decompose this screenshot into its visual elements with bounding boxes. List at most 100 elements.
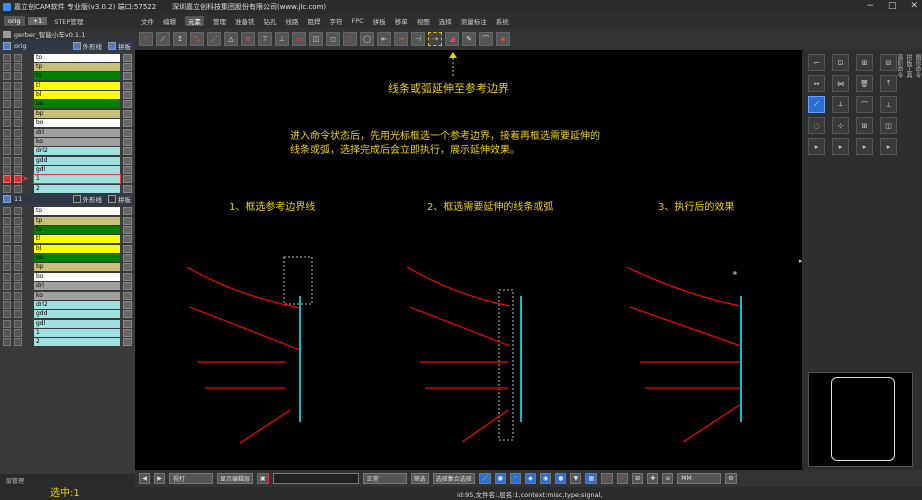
layer-name[interactable]: tl bbox=[34, 235, 120, 244]
layer-name[interactable]: gdl bbox=[34, 166, 120, 175]
layer-name[interactable]: ts bbox=[34, 225, 120, 234]
layer-affected-toggle[interactable] bbox=[14, 272, 22, 281]
line-stretch-icon[interactable]: ⤡ bbox=[190, 32, 204, 46]
outline-toggle[interactable]: 外形线 bbox=[72, 194, 102, 204]
crosshair-icon[interactable]: ✚ bbox=[647, 473, 659, 484]
layer-name[interactable]: 2 bbox=[34, 184, 120, 193]
menu-item[interactable]: 线路 bbox=[286, 16, 299, 26]
menu-item[interactable]: 编辑 bbox=[163, 16, 176, 26]
layer-name[interactable]: to bbox=[34, 207, 120, 216]
layer-visible-toggle[interactable] bbox=[3, 81, 11, 90]
drawing-canvas[interactable]: 线条或弧延伸至参考边界 进入命令状态后，先用光标框选一个参考边界，接着再框选需要… bbox=[135, 50, 802, 470]
layer-name[interactable]: ts bbox=[34, 72, 120, 81]
menu-item[interactable]: 管理 bbox=[213, 16, 226, 26]
layer-visible-toggle[interactable] bbox=[3, 184, 11, 193]
layer-row[interactable]: tp bbox=[0, 216, 135, 225]
layer-color-swatch[interactable] bbox=[123, 128, 132, 137]
layer-visible-toggle[interactable] bbox=[3, 272, 11, 281]
layer-visible-toggle[interactable] bbox=[3, 147, 11, 156]
layer-affected-toggle[interactable] bbox=[14, 81, 22, 90]
layer-affected-toggle[interactable] bbox=[14, 263, 22, 272]
layer-affected-toggle[interactable] bbox=[14, 175, 22, 184]
layer-affected-toggle[interactable] bbox=[14, 109, 22, 118]
layer-visible-toggle[interactable] bbox=[3, 137, 11, 146]
shape-icon[interactable]: ◈ bbox=[496, 32, 510, 46]
menu-item[interactable]: 钻孔 bbox=[264, 16, 277, 26]
ruler-icon[interactable]: ／ bbox=[601, 473, 614, 484]
layer-name[interactable]: gdd bbox=[34, 156, 120, 165]
layer-affected-toggle[interactable] bbox=[14, 91, 22, 100]
layer-color-swatch[interactable] bbox=[123, 272, 132, 281]
layer-name[interactable]: drl bbox=[34, 282, 120, 291]
layer-color-swatch[interactable] bbox=[123, 156, 132, 165]
layer-color-swatch[interactable] bbox=[123, 263, 132, 272]
line-rotate-icon[interactable]: ⟋ bbox=[156, 32, 170, 46]
layer-visible-toggle[interactable] bbox=[3, 235, 11, 244]
menu-item[interactable]: 文件 bbox=[141, 16, 154, 26]
layer-name[interactable]: tp bbox=[34, 62, 120, 71]
layer-affected-toggle[interactable] bbox=[14, 244, 22, 253]
measure-icon[interactable]: ⟋ bbox=[617, 473, 629, 484]
frame-icon[interactable]: ▣ bbox=[257, 473, 269, 484]
edit-icon[interactable]: ✎ bbox=[462, 32, 476, 46]
layer-name[interactable]: gdl bbox=[34, 319, 120, 328]
layer-color-swatch[interactable] bbox=[123, 119, 132, 128]
layer-name[interactable]: tl bbox=[34, 81, 120, 90]
layer-color-swatch[interactable] bbox=[123, 91, 132, 100]
layer-visible-toggle[interactable] bbox=[3, 319, 11, 328]
tab-step-manager[interactable]: STEP管理 bbox=[50, 15, 87, 27]
layer-visible-toggle[interactable] bbox=[3, 109, 11, 118]
layer-name[interactable]: bo bbox=[34, 119, 120, 128]
layer-color-swatch[interactable] bbox=[123, 184, 132, 193]
layer-row[interactable]: ko bbox=[0, 291, 135, 300]
delete-tool-icon[interactable]: 🗑 bbox=[856, 75, 873, 92]
menu-item[interactable]: 视图 bbox=[417, 16, 430, 26]
maximize-icon[interactable]: □ bbox=[888, 1, 897, 11]
side-tab-advanced[interactable]: 高阶命令 bbox=[895, 54, 904, 78]
corner-tool-icon[interactable]: ⌐ bbox=[808, 54, 825, 71]
snap-tool-icon[interactable]: ⊹ bbox=[832, 117, 849, 134]
layer-row[interactable]: 1 bbox=[0, 329, 135, 338]
layer-row[interactable]: drl2 bbox=[0, 147, 135, 156]
command-input[interactable] bbox=[272, 473, 359, 484]
play-tool-icon[interactable]: ▸ bbox=[856, 138, 873, 155]
perpendicular-tool-icon[interactable]: ⟂ bbox=[832, 96, 849, 113]
baseline-tool-icon[interactable]: ⊥ bbox=[880, 96, 897, 113]
menu-item[interactable]: 阻焊 bbox=[308, 16, 321, 26]
layer-visible-toggle[interactable] bbox=[3, 100, 11, 109]
layer-row[interactable]: bl bbox=[0, 91, 135, 100]
side-tab-graphics[interactable]: 图形命令 bbox=[913, 54, 922, 78]
horizontal-tool-icon[interactable]: ↔ bbox=[808, 75, 825, 92]
layer-visible-toggle[interactable] bbox=[3, 300, 11, 309]
layer-affected-toggle[interactable] bbox=[14, 184, 22, 193]
panel-toggle[interactable]: 拼板 bbox=[108, 41, 131, 51]
fillet-icon[interactable]: ◢ bbox=[445, 32, 459, 46]
layer-visible-toggle[interactable] bbox=[3, 225, 11, 234]
box-icon[interactable]: ◻ bbox=[326, 32, 340, 46]
layer-color-swatch[interactable] bbox=[123, 319, 132, 328]
unit-select[interactable]: MM bbox=[677, 473, 722, 484]
layer-name[interactable]: ko bbox=[34, 137, 120, 146]
corner-icon[interactable]: △ bbox=[224, 32, 238, 46]
layer-name[interactable]: bp bbox=[34, 263, 120, 272]
zoom-mode-select[interactable]: 视打 bbox=[169, 473, 213, 484]
layer-visible-toggle[interactable] bbox=[3, 291, 11, 300]
filter-button[interactable]: 筛选 bbox=[410, 473, 429, 484]
layer-affected-toggle[interactable] bbox=[14, 166, 22, 175]
menu-item[interactable]: 移单 bbox=[395, 16, 408, 26]
surface-tool-icon[interactable]: ◉ bbox=[539, 473, 552, 484]
layer-color-swatch[interactable] bbox=[123, 282, 132, 291]
layer-color-swatch[interactable] bbox=[123, 254, 132, 263]
layer-color-swatch[interactable] bbox=[123, 109, 132, 118]
tab-orig[interactable]: orig bbox=[4, 16, 25, 26]
menu-item[interactable]: 选择 bbox=[439, 16, 452, 26]
layer-affected-toggle[interactable] bbox=[14, 291, 22, 300]
play-tool-icon[interactable]: ▸ bbox=[832, 138, 849, 155]
layer-color-swatch[interactable] bbox=[123, 291, 132, 300]
menu-item[interactable]: 系统 bbox=[496, 16, 509, 26]
layer-color-swatch[interactable] bbox=[123, 100, 132, 109]
layer-row[interactable]: bo bbox=[0, 272, 135, 281]
layer-visible-toggle[interactable] bbox=[3, 128, 11, 137]
settings-icon[interactable]: ⚙ bbox=[725, 473, 737, 484]
layer-affected-toggle[interactable] bbox=[14, 100, 22, 109]
